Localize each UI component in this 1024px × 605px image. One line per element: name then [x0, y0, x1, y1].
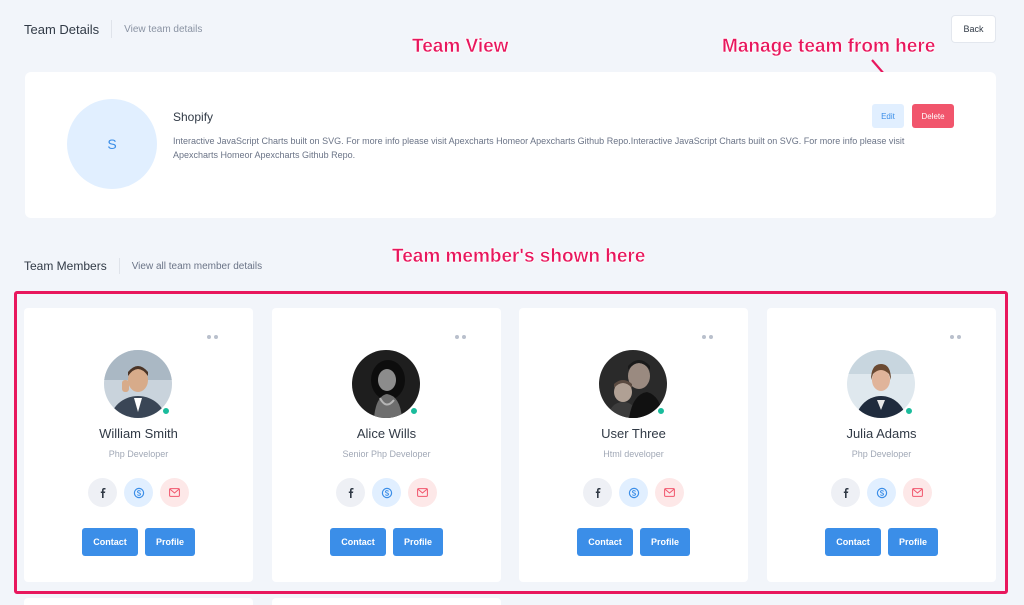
more-dots-icon[interactable] — [207, 335, 218, 339]
annotation-team-members: Team member's shown here — [392, 246, 646, 267]
team-description: Interactive JavaScript Charts built on S… — [173, 136, 905, 160]
profile-button[interactable]: Profile — [888, 528, 938, 556]
member-actions: Contact Profile — [519, 528, 748, 556]
member-role: Html developer — [603, 449, 664, 459]
page-title: Team Details — [24, 21, 100, 37]
more-dots-icon[interactable] — [702, 335, 713, 339]
mail-icon[interactable] — [408, 478, 437, 507]
member-card: William Smith Php Developer Contact Prof… — [24, 308, 253, 582]
contact-button[interactable]: Contact — [330, 528, 386, 556]
member-actions: Contact Profile — [24, 528, 253, 556]
contact-button[interactable]: Contact — [577, 528, 633, 556]
member-name: Julia Adams — [846, 426, 917, 441]
members-title: Team Members — [24, 259, 107, 273]
members-header-divider — [118, 258, 120, 274]
social-links — [272, 478, 501, 507]
annotation-manage-team: Manage team from here — [722, 36, 936, 57]
member-actions: Contact Profile — [767, 528, 996, 556]
member-actions: Contact Profile — [272, 528, 501, 556]
facebook-icon[interactable] — [88, 478, 117, 507]
annotation-team-view: Team View — [412, 36, 509, 57]
edit-team-button[interactable]: Edit — [872, 104, 904, 128]
team-card: S Shopify Interactive JavaScript Charts … — [25, 72, 996, 218]
members-header: Team Members View all team member detail… — [24, 256, 262, 276]
social-links — [767, 478, 996, 507]
page-header: Team Details View team details — [24, 18, 202, 40]
member-avatar — [599, 350, 667, 418]
member-name: User Three — [601, 426, 666, 441]
online-status-indicator — [162, 407, 170, 415]
mail-icon[interactable] — [903, 478, 932, 507]
more-dots-icon[interactable] — [950, 335, 961, 339]
page-subtitle: View team details — [124, 23, 203, 35]
member-card-next-row — [24, 598, 253, 605]
member-avatar — [847, 350, 915, 418]
contact-button[interactable]: Contact — [82, 528, 138, 556]
facebook-icon[interactable] — [831, 478, 860, 507]
profile-button[interactable]: Profile — [640, 528, 690, 556]
team-avatar: S — [67, 99, 157, 189]
member-avatar — [352, 350, 420, 418]
member-card: Alice Wills Senior Php Developer Contact… — [272, 308, 501, 582]
member-role: Php Developer — [108, 449, 169, 459]
profile-button[interactable]: Profile — [393, 528, 443, 556]
mail-icon[interactable] — [655, 478, 684, 507]
facebook-icon[interactable] — [336, 478, 365, 507]
profile-button[interactable]: Profile — [145, 528, 195, 556]
member-card-next-row — [272, 598, 501, 605]
member-avatar — [104, 350, 172, 418]
member-role: Php Developer — [851, 449, 912, 459]
online-status-indicator — [905, 407, 913, 415]
skype-icon[interactable] — [372, 478, 401, 507]
member-card: User Three Html developer Contact Profil… — [519, 308, 748, 582]
team-name: Shopify — [173, 110, 214, 124]
online-status-indicator — [657, 407, 665, 415]
skype-icon[interactable] — [124, 478, 153, 507]
member-name: Alice Wills — [356, 426, 417, 441]
member-name: William Smith — [99, 426, 178, 441]
social-links — [24, 478, 253, 507]
mail-icon[interactable] — [160, 478, 189, 507]
skype-icon[interactable] — [619, 478, 648, 507]
contact-button[interactable]: Contact — [825, 528, 881, 556]
member-role: Senior Php Developer — [342, 449, 431, 459]
back-button[interactable]: Back — [951, 15, 996, 43]
header-divider — [111, 20, 113, 38]
delete-team-button[interactable]: Delete — [912, 104, 954, 128]
member-card: Julia Adams Php Developer Contact Profil… — [767, 308, 996, 582]
online-status-indicator — [410, 407, 418, 415]
more-dots-icon[interactable] — [455, 335, 466, 339]
social-links — [519, 478, 748, 507]
facebook-icon[interactable] — [583, 478, 612, 507]
skype-icon[interactable] — [867, 478, 896, 507]
members-subtitle: View all team member details — [131, 260, 263, 272]
